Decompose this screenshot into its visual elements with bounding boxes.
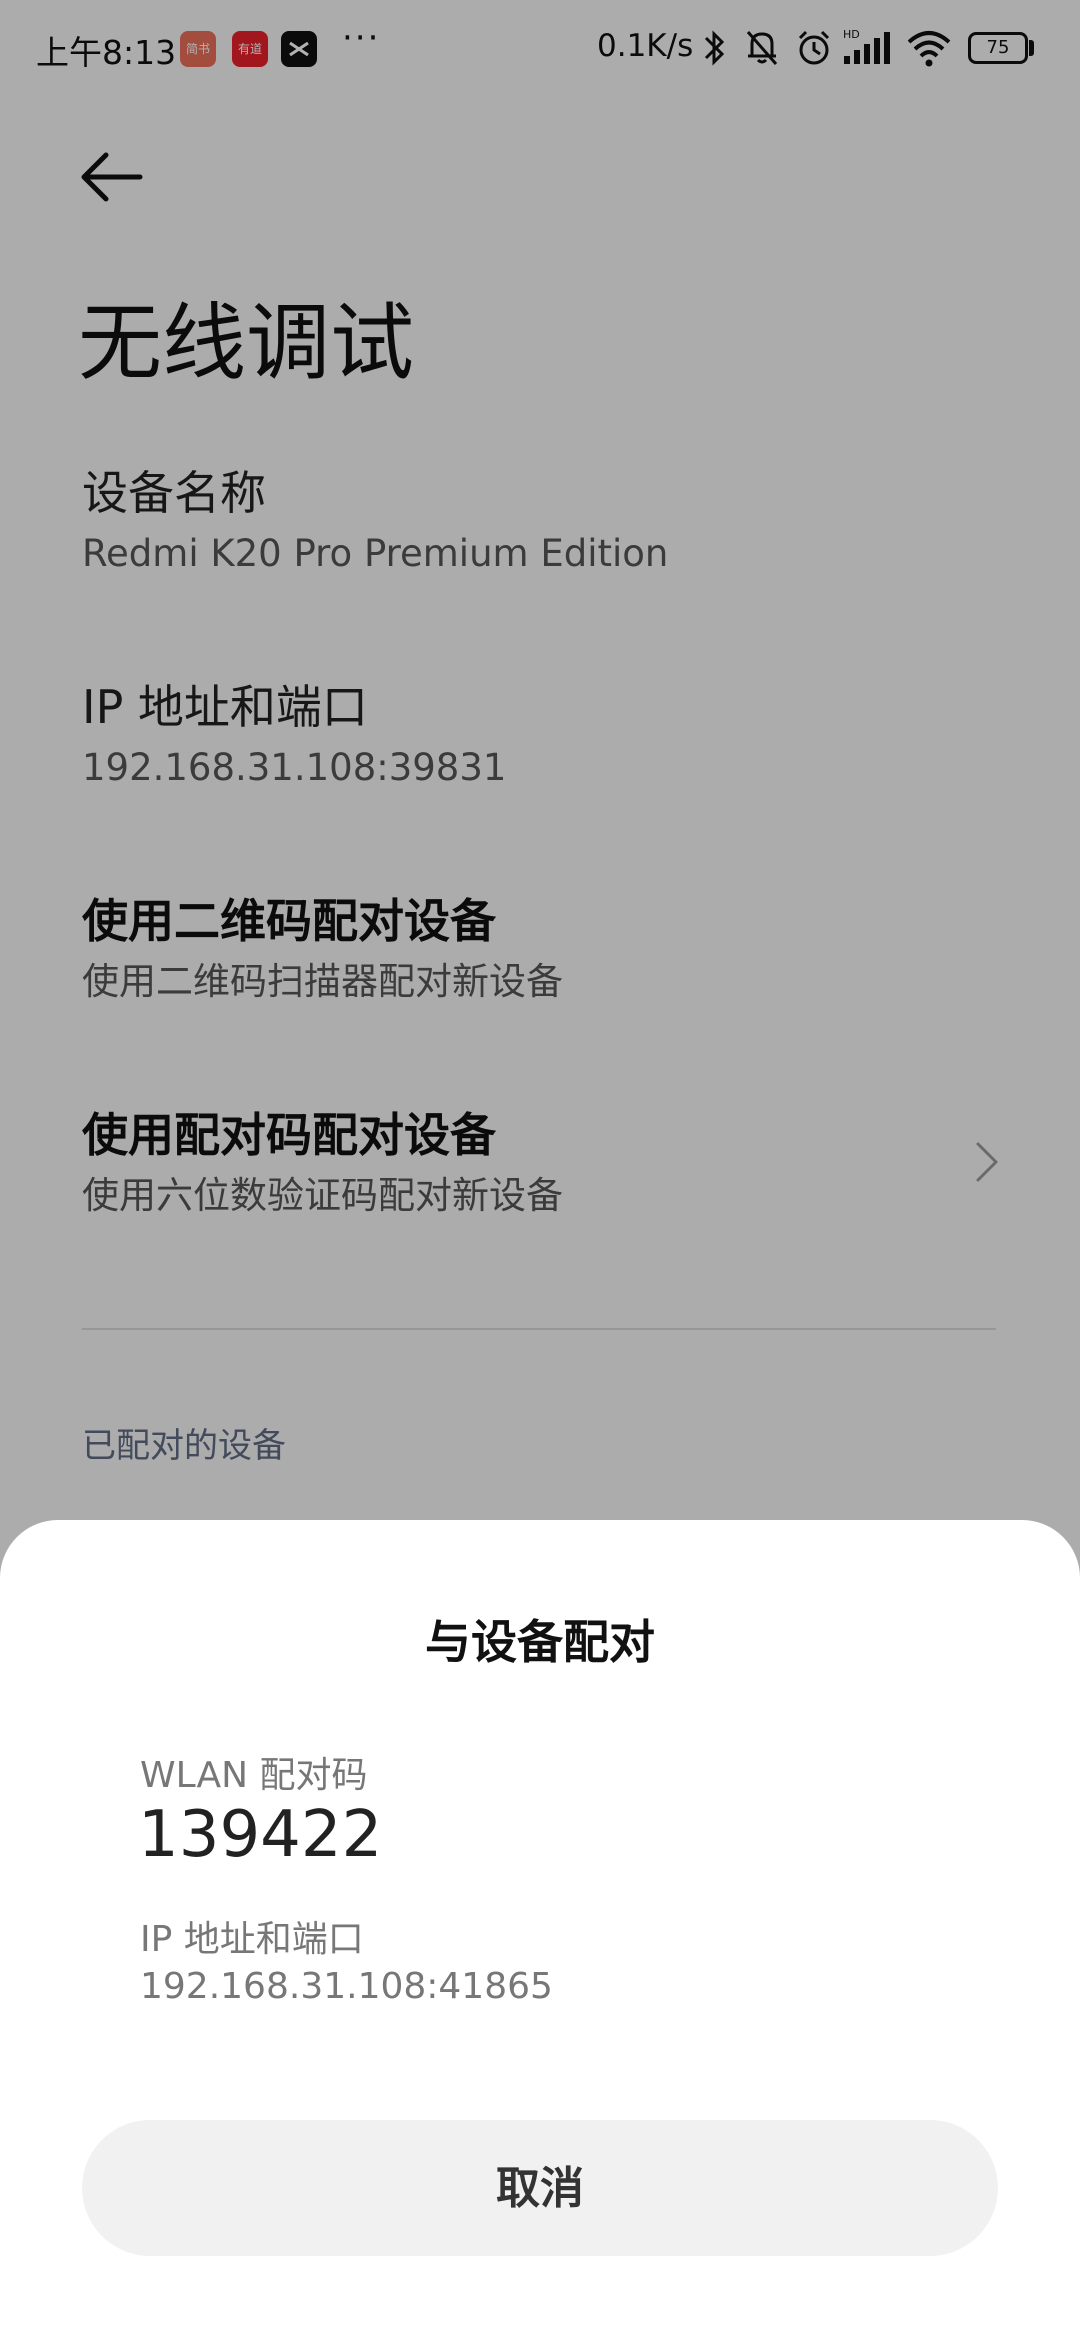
cancel-button[interactable]: 取消 [82,2120,998,2256]
ip-port-label: IP 地址和端口 [140,1919,364,1960]
ip-port-value: 192.168.31.108:41865 [140,1966,553,2007]
dialog-title: 与设备配对 [425,1615,655,1669]
pair-device-dialog: 与设备配对 WLAN 配对码 139422 IP 地址和端口 192.168.3… [0,1520,1080,2340]
pairing-code-label: WLAN 配对码 [140,1755,368,1796]
pairing-code-value: 139422 [138,1798,383,1872]
